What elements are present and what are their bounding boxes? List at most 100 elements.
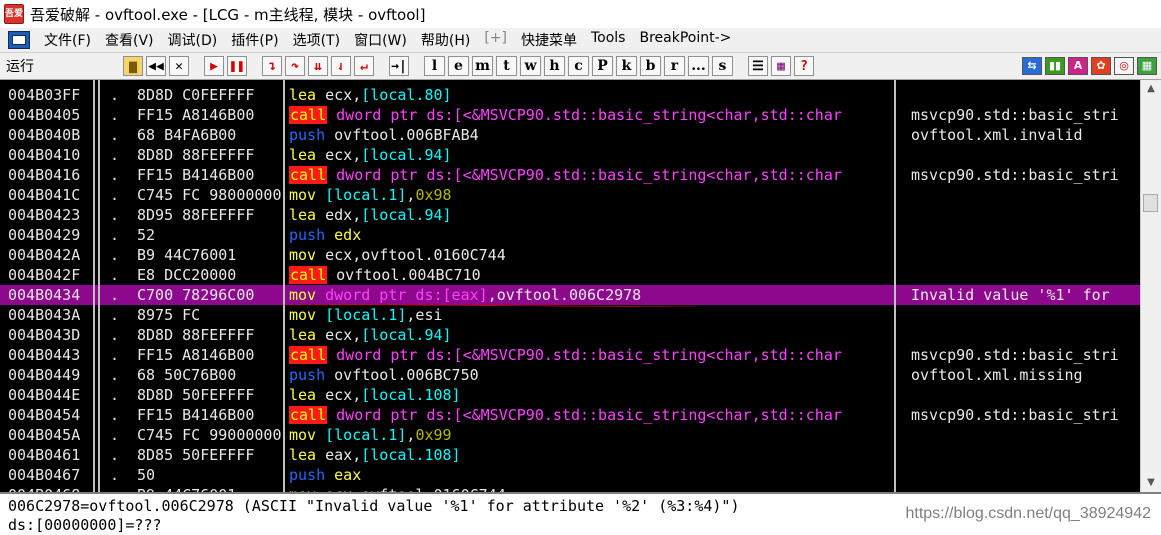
menu-item[interactable]: 文件(F) <box>44 30 91 50</box>
plugin-a-icon[interactable]: A <box>1068 57 1088 75</box>
vertical-scrollbar[interactable]: ▲ ▼ <box>1140 80 1161 492</box>
asm-token: dword ptr ds:[<&MSVCP90.std::basic_strin… <box>327 406 842 424</box>
window-button[interactable]: b <box>640 56 661 76</box>
disasm-row[interactable]: 004B042F. E8 DCC20000 call ovftool.004BC71… <box>0 265 1140 285</box>
plugin-grid-icon[interactable]: ▦ <box>1137 57 1157 75</box>
disasm-row[interactable]: 004B045A. C745 FC 99000000 mov [local.1],0… <box>0 425 1140 445</box>
goto-icon[interactable]: →| <box>389 56 409 76</box>
plugin-green-icon[interactable]: ▮▮ <box>1045 57 1065 75</box>
window-button[interactable]: r <box>664 56 685 76</box>
disasm-row[interactable]: 004B0454. FF15 B4146B00 call dword ptr ds:… <box>0 405 1140 425</box>
close-icon[interactable]: ✕ <box>169 56 189 76</box>
menu-item[interactable]: 调试(D) <box>168 30 218 50</box>
title-bar[interactable]: 吾爱 吾爱破解 - ovftool.exe - [LCG - m主线程, 模块 … <box>0 0 1161 29</box>
step-into-icon[interactable]: ↴ <box>262 56 282 76</box>
disasm-row[interactable]: 004B042A. B9 44C76001 mov ecx,ovftool.0160… <box>0 245 1140 265</box>
column-divider[interactable] <box>894 80 896 492</box>
disasm-row[interactable]: 004B044E. 8D8D 50FEFFFF lea ecx,[local.108… <box>0 385 1140 405</box>
plugin-blue-icon[interactable]: ⇆ <box>1022 57 1042 75</box>
plugin-target-icon[interactable]: ◎ <box>1114 57 1134 75</box>
window-button[interactable]: e <box>448 56 469 76</box>
scroll-down-icon[interactable]: ▼ <box>1144 476 1158 490</box>
column-divider[interactable] <box>93 80 95 492</box>
asm-token: [local.1] <box>325 186 407 204</box>
window-button[interactable]: c <box>568 56 589 76</box>
execute-till-return-icon[interactable]: ↵ <box>354 56 374 76</box>
scroll-up-icon[interactable]: ▲ <box>1144 82 1158 96</box>
hex-bytes-cell: 68 B4FA6B00 <box>137 126 237 144</box>
info-line-1: 006C2978=ovftool.006C2978 (ASCII "Invali… <box>8 497 740 515</box>
menu-item[interactable]: 查看(V) <box>105 30 154 50</box>
disasm-row[interactable]: 004B0423. 8D95 88FEFFFF lea edx,[local.94] <box>0 205 1140 225</box>
plugin-flower-icon[interactable]: ✿ <box>1091 57 1111 75</box>
grid-view-icon[interactable]: ▦ <box>771 56 791 76</box>
disasm-row[interactable]: 004B043D. 8D8D 88FEFFFF lea ecx,[local.94] <box>0 325 1140 345</box>
asm-token: ecx, <box>316 326 362 344</box>
disasm-row[interactable]: 004B0416. FF15 B4146B00 call dword ptr ds:… <box>0 165 1140 185</box>
trace-over-icon[interactable]: ⇃ <box>331 56 351 76</box>
disasm-row[interactable]: 004B0461. 8D85 50FEFFFF lea eax,[local.108… <box>0 445 1140 465</box>
menu-item[interactable]: 插件(P) <box>231 30 278 50</box>
selected-disasm-row[interactable]: 004B0434. C700 78296C00 mov dword ptr ds:[… <box>0 285 1140 305</box>
window-button[interactable]: w <box>520 56 541 76</box>
jump-marker: . <box>110 485 119 492</box>
asm-token <box>316 186 325 204</box>
menu-item[interactable]: 帮助(H) <box>421 30 470 50</box>
menu-item[interactable]: 选项(T) <box>293 30 340 50</box>
disasm-row[interactable]: 004B0405. FF15 A8146B00 call dword ptr ds:… <box>0 105 1140 125</box>
restart-icon[interactable]: ◀◀ <box>146 56 166 76</box>
disasm-row[interactable]: 004B041C. C745 FC 98000000 mov [local.1],0… <box>0 185 1140 205</box>
disassembly-cell: lea eax,[local.108] <box>289 445 895 465</box>
column-divider[interactable] <box>283 80 285 492</box>
address-cell: 004B0405 <box>8 106 81 124</box>
menu-item[interactable]: 快捷菜单 <box>521 30 577 50</box>
window-button[interactable]: ... <box>688 56 709 76</box>
window-button[interactable]: l <box>424 56 445 76</box>
open-file-button[interactable]: ▆ <box>123 56 143 76</box>
window-button[interactable]: P <box>592 56 613 76</box>
asm-token: push <box>289 366 326 384</box>
hex-bytes-cell: C700 78296C00 <box>137 286 255 304</box>
disassembly-cell: call dword ptr ds:[<&MSVCP90.std::basic_… <box>289 345 895 365</box>
jump-marker: . <box>110 246 120 264</box>
window-button[interactable]: h <box>544 56 565 76</box>
column-divider[interactable] <box>98 80 100 492</box>
disassembly-pane[interactable]: 004B03FF. 8D8D C0FEFFFF lea ecx,[local.80]… <box>0 80 1161 492</box>
menu-item[interactable]: [+] <box>484 30 507 50</box>
scrollbar-thumb[interactable] <box>1143 194 1158 212</box>
address-cell: 004B040B <box>8 126 81 144</box>
disasm-row[interactable]: 004B0443. FF15 A8146B00 call dword ptr ds:… <box>0 345 1140 365</box>
list-view-icon[interactable]: ☰ <box>748 56 768 76</box>
run-icon[interactable]: ▶ <box>204 56 224 76</box>
comment-cell: ovftool.xml.missing <box>911 366 1083 384</box>
window-button[interactable]: s <box>712 56 733 76</box>
address-cell: 004B0461 <box>8 446 81 464</box>
jump-marker: . <box>110 466 120 484</box>
menu-item[interactable]: 窗口(W) <box>354 30 407 50</box>
disasm-row[interactable]: 004B0429. 52 push edx <box>0 225 1140 245</box>
disasm-row[interactable]: 004B0468. B9 44C76001 mov ecx,ovftool.0160… <box>0 485 1140 492</box>
address-cell: 004B042F <box>8 266 81 284</box>
window-title: 吾爱破解 - ovftool.exe - [LCG - m主线程, 模块 - o… <box>30 5 426 24</box>
window-button[interactable]: m <box>472 56 493 76</box>
hex-bytes-cell: 8D85 50FEFFFF <box>137 446 255 464</box>
disasm-row[interactable]: 004B043A. 8975 FC mov [local.1],esi <box>0 305 1140 325</box>
disasm-row[interactable]: 004B0449. 68 50C76B00 push ovftool.006BC75… <box>0 365 1140 385</box>
asm-token: edx <box>325 226 362 244</box>
disasm-row[interactable]: 004B040B. 68 B4FA6B00 push ovftool.006BFAB… <box>0 125 1140 145</box>
hex-bytes-cell: 8D8D 50FEFFFF <box>137 386 255 404</box>
asm-token: lea <box>289 386 317 404</box>
disasm-row[interactable]: 004B03FF. 8D8D C0FEFFFF lea ecx,[local.80] <box>0 85 1140 105</box>
help-icon[interactable]: ? <box>794 56 814 76</box>
trace-into-icon[interactable]: ⇊ <box>308 56 328 76</box>
menu-item[interactable]: Tools <box>591 30 626 50</box>
disasm-row[interactable]: 004B0467. 50 push eax <box>0 465 1140 485</box>
window-button[interactable]: t <box>496 56 517 76</box>
mdi-window-icon[interactable] <box>8 31 30 49</box>
menu-item[interactable]: BreakPoint-> <box>639 30 731 50</box>
disasm-row[interactable]: 004B0410. 8D8D 88FEFFFF lea ecx,[local.94] <box>0 145 1140 165</box>
pause-icon[interactable]: ❚❚ <box>227 56 247 76</box>
asm-token: ovftool.004BC710 <box>327 266 481 284</box>
window-button[interactable]: k <box>616 56 637 76</box>
step-over-icon[interactable]: ↷ <box>285 56 305 76</box>
